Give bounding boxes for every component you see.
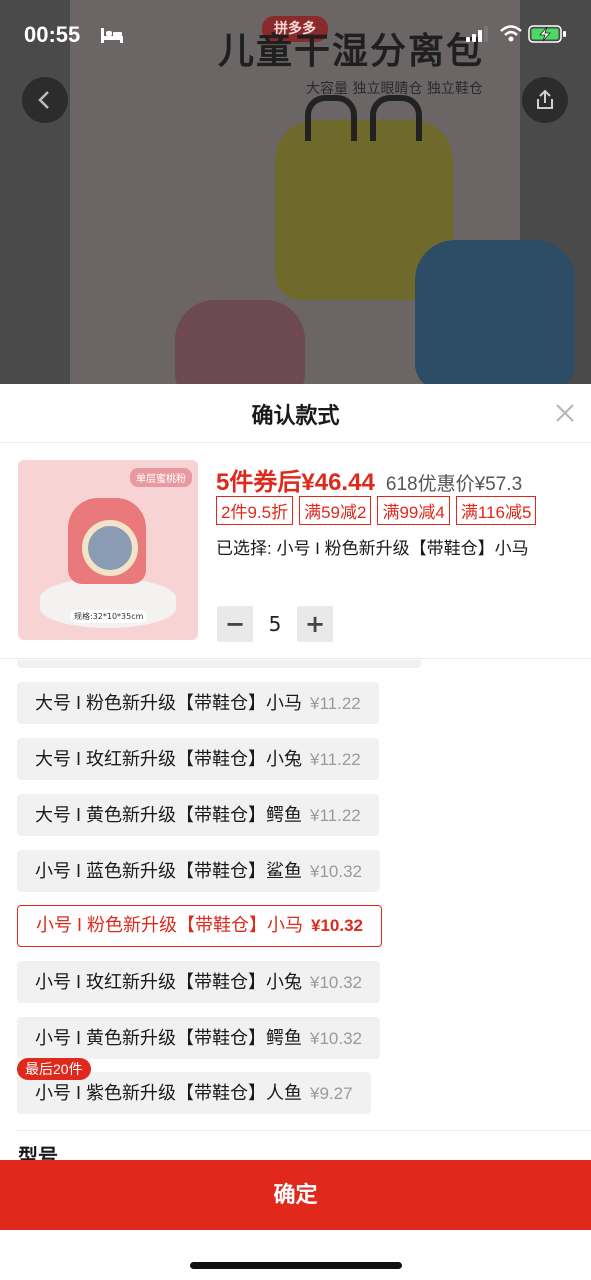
bag-strap [370, 95, 422, 141]
back-button[interactable] [22, 77, 68, 123]
bag-strap [305, 95, 357, 141]
price-prefix: 5件券后 [216, 469, 302, 496]
divider [17, 1130, 591, 1131]
quantity-increase-button[interactable]: + [297, 606, 333, 642]
sleep-focus-icon [101, 28, 123, 43]
variant-options-list[interactable]: 大号 I 粉色新升级【带鞋仓】小马 ¥11.22 大号 I 玫红新升级【带鞋仓】小… [0, 660, 591, 1160]
option-chip-partial[interactable] [17, 660, 421, 668]
divider [0, 442, 591, 443]
option-chip-selected[interactable]: 小号 I 粉色新升级【带鞋仓】小马 ¥10.32 [17, 905, 383, 947]
option-label: 小号 I 玫红新升级【带鞋仓】小兔 [35, 972, 303, 992]
home-indicator [190, 1262, 402, 1269]
confirm-button[interactable]: 确定 [0, 1160, 591, 1230]
cellular-signal-icon [466, 26, 488, 42]
option-price: ¥10.32 [310, 973, 363, 992]
option-label: 大号 I 黄色新升级【带鞋仓】鳄鱼 [35, 805, 303, 825]
thumb-spec-label: 规格:32*10*35cm [70, 610, 148, 623]
option-chip[interactable]: 小号 I 黄色新升级【带鞋仓】鳄鱼 ¥10.32 [17, 1017, 381, 1059]
coupon-tag: 满59减2 [299, 496, 372, 525]
status-bar: 00:55 [0, 0, 591, 70]
wifi-icon [500, 25, 522, 42]
share-button[interactable] [522, 77, 568, 123]
sku-selection-sheet: 确认款式 单层蜜桃粉 规格:32*10*35cm 5件券后¥46.44 618优… [0, 384, 591, 1280]
price-decimal: .44 [341, 469, 375, 496]
divider [0, 658, 591, 659]
option-price: ¥10.32 [311, 916, 364, 935]
blue-bag-image [415, 240, 575, 384]
quantity-value[interactable]: 5 [262, 606, 288, 642]
battery-charging-icon [528, 25, 566, 43]
option-price: ¥9.27 [310, 1084, 353, 1103]
option-chip[interactable]: 大号 I 黄色新升级【带鞋仓】鳄鱼 ¥11.22 [17, 794, 379, 836]
coupon-tag: 满99减4 [377, 496, 450, 525]
option-price: ¥10.32 [310, 1029, 363, 1048]
option-chip[interactable]: 大号 I 粉色新升级【带鞋仓】小马 ¥11.22 [17, 682, 379, 724]
sheet-title: 确认款式 [251, 404, 340, 429]
promo-price: 618优惠价¥57.3 [385, 474, 523, 495]
coupon-tag: 2件9.5折 [216, 496, 294, 525]
option-label: 大号 I 粉色新升级【带鞋仓】小马 [35, 693, 303, 713]
chevron-left-icon [38, 91, 49, 109]
option-label: 小号 I 蓝色新升级【带鞋仓】鲨鱼 [35, 861, 303, 881]
option-chip[interactable]: 小号 I 玫红新升级【带鞋仓】小兔 ¥10.32 [17, 961, 381, 1003]
status-time: 00:55 [24, 22, 81, 47]
option-price: ¥10.32 [310, 862, 363, 881]
coupon-tag: 满116减5 [455, 496, 537, 525]
option-label: 大号 I 玫红新升级【带鞋仓】小兔 [35, 749, 303, 769]
option-price: ¥11.22 [310, 806, 361, 825]
option-price: ¥11.22 [310, 694, 361, 713]
option-label: 小号 I 粉色新升级【带鞋仓】小马 [36, 915, 304, 935]
thumb-bag-window [82, 520, 138, 576]
option-label: 小号 I 黄色新升级【带鞋仓】鳄鱼 [35, 1028, 303, 1048]
low-stock-badge: 最后20件 [17, 1058, 91, 1080]
option-price: ¥11.22 [310, 750, 361, 769]
coupon-list: 2件9.5折 满59减2 满99减4 满116减5 [216, 496, 542, 525]
quantity-decrease-button[interactable]: − [217, 606, 253, 642]
share-icon [537, 89, 553, 109]
product-thumbnail[interactable]: 单层蜜桃粉 规格:32*10*35cm [18, 460, 198, 640]
option-label: 小号 I 紫色新升级【带鞋仓】人鱼 [35, 1083, 303, 1103]
hero-subtitle: 大容量 独立眼睛仓 独立鞋仓 [306, 81, 483, 97]
thumb-variant-tag: 单层蜜桃粉 [130, 468, 192, 487]
close-icon[interactable] [554, 402, 576, 424]
option-chip[interactable]: 小号 I 蓝色新升级【带鞋仓】鲨鱼 ¥10.32 [17, 850, 381, 892]
option-chip[interactable]: 大号 I 玫红新升级【带鞋仓】小兔 ¥11.22 [17, 738, 379, 780]
pink-bag-image [175, 300, 305, 384]
price-integer: 46 [314, 469, 342, 496]
selected-variant-text: 已选择: 小号 I 粉色新升级【带鞋仓】小马 [216, 539, 529, 558]
price-row: 5件券后¥46.44 618优惠价¥57.3 [216, 462, 522, 497]
price-currency: ¥ [301, 469, 315, 496]
